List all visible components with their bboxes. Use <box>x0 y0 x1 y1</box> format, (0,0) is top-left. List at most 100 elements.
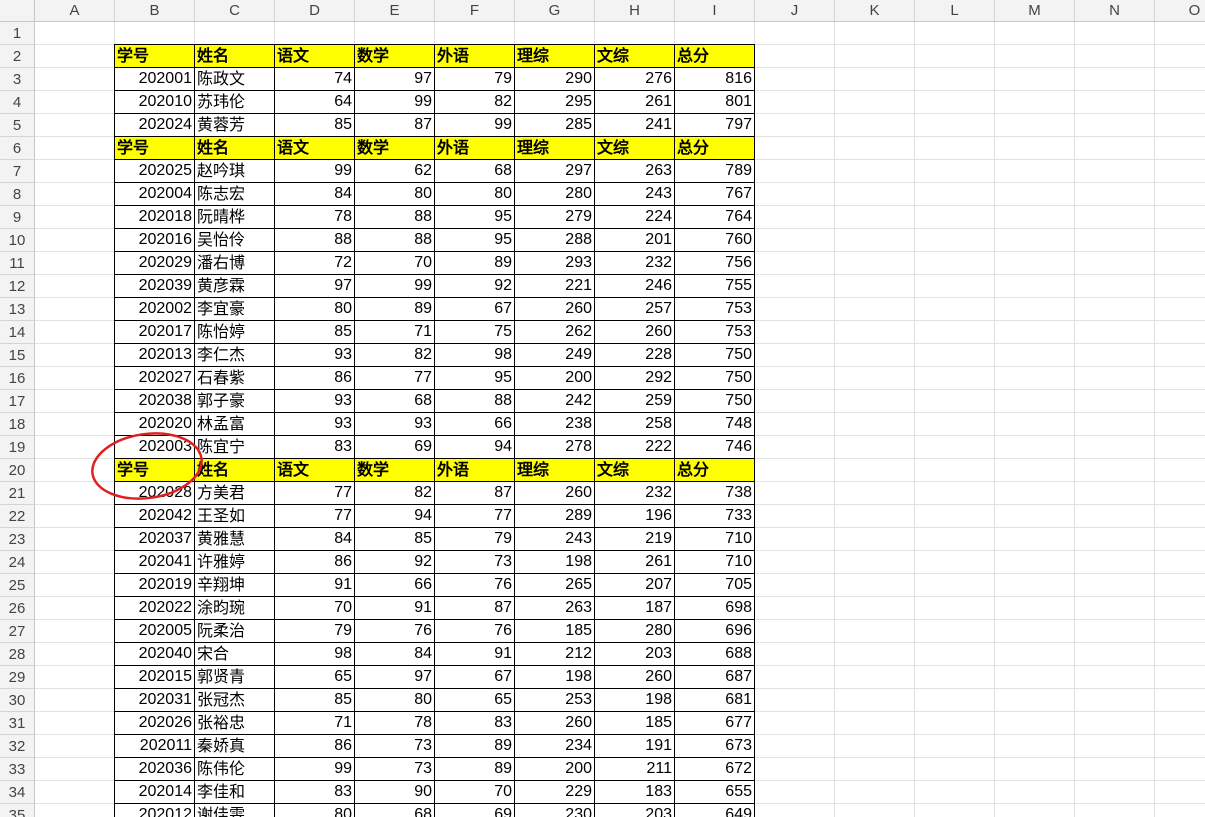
name-cell[interactable]: 黄彦霖 <box>195 275 275 298</box>
number-cell[interactable]: 202011 <box>114 735 195 758</box>
header-cell[interactable]: 数学 <box>355 44 435 68</box>
header-cell[interactable]: 外语 <box>435 459 515 482</box>
row-header-19[interactable]: 19 <box>0 436 35 459</box>
number-cell[interactable]: 260 <box>515 482 595 505</box>
number-cell[interactable]: 79 <box>275 620 355 643</box>
number-cell[interactable]: 202022 <box>114 597 195 620</box>
number-cell[interactable]: 82 <box>435 91 515 114</box>
number-cell[interactable]: 202038 <box>114 390 195 413</box>
number-cell[interactable]: 243 <box>515 528 595 551</box>
number-cell[interactable]: 88 <box>275 229 355 252</box>
number-cell[interactable]: 292 <box>595 367 675 390</box>
number-cell[interactable]: 710 <box>675 551 755 574</box>
number-cell[interactable]: 97 <box>355 68 435 91</box>
row-header-24[interactable]: 24 <box>0 551 35 574</box>
number-cell[interactable]: 75 <box>435 321 515 344</box>
name-cell[interactable]: 陈政文 <box>195 68 275 91</box>
name-cell[interactable]: 辛翔坤 <box>195 574 275 597</box>
number-cell[interactable]: 89 <box>355 298 435 321</box>
name-cell[interactable]: 张裕忠 <box>195 712 275 735</box>
number-cell[interactable]: 185 <box>515 620 595 643</box>
row-header-3[interactable]: 3 <box>0 68 35 91</box>
number-cell[interactable]: 202024 <box>114 114 195 137</box>
number-cell[interactable]: 710 <box>675 528 755 551</box>
number-cell[interactable]: 202036 <box>114 758 195 781</box>
number-cell[interactable]: 753 <box>675 321 755 344</box>
select-all-corner[interactable] <box>0 0 35 22</box>
name-cell[interactable]: 秦娇真 <box>195 735 275 758</box>
number-cell[interactable]: 202025 <box>114 160 195 183</box>
number-cell[interactable]: 80 <box>275 804 355 817</box>
header-cell[interactable]: 学号 <box>114 44 195 68</box>
header-cell[interactable]: 语文 <box>275 137 355 160</box>
number-cell[interactable]: 85 <box>275 114 355 137</box>
number-cell[interactable]: 738 <box>675 482 755 505</box>
number-cell[interactable]: 801 <box>675 91 755 114</box>
number-cell[interactable]: 183 <box>595 781 675 804</box>
name-cell[interactable]: 许雅婷 <box>195 551 275 574</box>
number-cell[interactable]: 750 <box>675 367 755 390</box>
row-header-23[interactable]: 23 <box>0 528 35 551</box>
number-cell[interactable]: 211 <box>595 758 675 781</box>
number-cell[interactable]: 241 <box>595 114 675 137</box>
spreadsheet-grid[interactable]: A B C D E F G H I J K L M N O 1 2 3 4 5 6 7 8 9 10 11 12 13 14 15 16 17… <box>0 0 1205 817</box>
number-cell[interactable]: 99 <box>435 114 515 137</box>
header-cell[interactable]: 数学 <box>355 137 435 160</box>
number-cell[interactable]: 224 <box>595 206 675 229</box>
number-cell[interactable]: 79 <box>435 528 515 551</box>
name-cell[interactable]: 苏玮伦 <box>195 91 275 114</box>
number-cell[interactable]: 202040 <box>114 643 195 666</box>
number-cell[interactable]: 84 <box>275 183 355 206</box>
name-cell[interactable]: 黄雅慧 <box>195 528 275 551</box>
header-cell[interactable]: 外语 <box>435 44 515 68</box>
number-cell[interactable]: 93 <box>355 413 435 436</box>
row-header-2[interactable]: 2 <box>0 45 35 68</box>
number-cell[interactable]: 649 <box>675 804 755 817</box>
number-cell[interactable]: 82 <box>355 344 435 367</box>
number-cell[interactable]: 750 <box>675 390 755 413</box>
row-header-28[interactable]: 28 <box>0 643 35 666</box>
column-header-d[interactable]: D <box>275 0 355 22</box>
number-cell[interactable]: 202039 <box>114 275 195 298</box>
number-cell[interactable]: 84 <box>275 528 355 551</box>
number-cell[interactable]: 87 <box>355 114 435 137</box>
number-cell[interactable]: 687 <box>675 666 755 689</box>
number-cell[interactable]: 85 <box>275 689 355 712</box>
number-cell[interactable]: 67 <box>435 298 515 321</box>
row-header-31[interactable]: 31 <box>0 712 35 735</box>
row-header-7[interactable]: 7 <box>0 160 35 183</box>
number-cell[interactable]: 249 <box>515 344 595 367</box>
row-header-10[interactable]: 10 <box>0 229 35 252</box>
number-cell[interactable]: 222 <box>595 436 675 459</box>
row-header-35[interactable]: 35 <box>0 804 35 817</box>
number-cell[interactable]: 202041 <box>114 551 195 574</box>
number-cell[interactable]: 97 <box>275 275 355 298</box>
number-cell[interactable]: 242 <box>515 390 595 413</box>
number-cell[interactable]: 238 <box>515 413 595 436</box>
name-cell[interactable]: 李仁杰 <box>195 344 275 367</box>
number-cell[interactable]: 73 <box>355 735 435 758</box>
number-cell[interactable]: 202026 <box>114 712 195 735</box>
header-cell[interactable]: 理综 <box>515 44 595 68</box>
name-cell[interactable]: 郭贤青 <box>195 666 275 689</box>
number-cell[interactable]: 677 <box>675 712 755 735</box>
row-header-29[interactable]: 29 <box>0 666 35 689</box>
number-cell[interactable]: 64 <box>275 91 355 114</box>
number-cell[interactable]: 65 <box>275 666 355 689</box>
number-cell[interactable]: 92 <box>355 551 435 574</box>
number-cell[interactable]: 297 <box>515 160 595 183</box>
number-cell[interactable]: 83 <box>275 436 355 459</box>
column-header-a[interactable]: A <box>35 0 115 22</box>
number-cell[interactable]: 207 <box>595 574 675 597</box>
number-cell[interactable]: 76 <box>435 574 515 597</box>
number-cell[interactable]: 95 <box>435 206 515 229</box>
row-header-18[interactable]: 18 <box>0 413 35 436</box>
number-cell[interactable]: 228 <box>595 344 675 367</box>
header-cell[interactable]: 学号 <box>114 459 195 482</box>
number-cell[interactable]: 263 <box>595 160 675 183</box>
number-cell[interactable]: 760 <box>675 229 755 252</box>
number-cell[interactable]: 85 <box>275 321 355 344</box>
header-cell[interactable]: 外语 <box>435 137 515 160</box>
row-header-17[interactable]: 17 <box>0 390 35 413</box>
number-cell[interactable]: 230 <box>515 804 595 817</box>
